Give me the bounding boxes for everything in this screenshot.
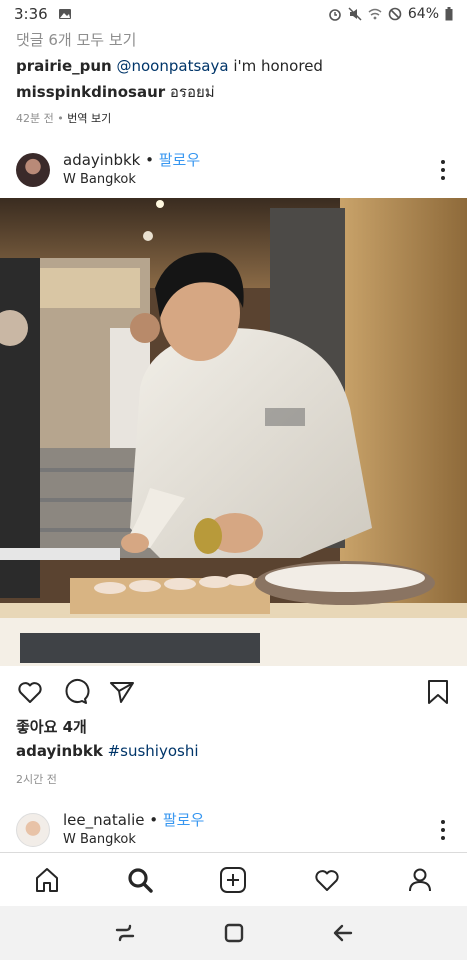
mute-icon <box>348 7 362 21</box>
status-time: 3:36 <box>14 5 48 23</box>
separator: • <box>53 112 68 125</box>
caption-hashtag[interactable]: #sushiyoshi <box>108 742 199 760</box>
more-options-icon[interactable] <box>435 160 451 180</box>
heart-icon <box>315 869 339 891</box>
post-username[interactable]: lee_natalie <box>63 811 144 829</box>
share-icon[interactable] <box>108 678 136 706</box>
comment-username[interactable]: misspinkdinosaur <box>16 83 165 101</box>
comment-username[interactable]: prairie_pun <box>16 57 112 75</box>
more-options-icon[interactable] <box>435 820 451 840</box>
heart-icon[interactable] <box>16 678 44 706</box>
tab-new-post[interactable] <box>217 864 249 896</box>
tab-activity[interactable] <box>311 864 343 896</box>
comment-text: i'm honored <box>228 57 323 75</box>
home-button[interactable] <box>220 919 248 947</box>
android-nav-bar <box>0 906 467 960</box>
do-not-disturb-icon <box>388 7 402 21</box>
post-location[interactable]: W Bangkok <box>63 170 200 190</box>
comment-mention[interactable]: @noonpatsaya <box>117 57 229 75</box>
follow-button[interactable]: 팔로우 <box>163 811 204 829</box>
wifi-icon <box>368 8 382 20</box>
translate-link[interactable]: 번역 보기 <box>67 112 111 125</box>
bookmark-icon[interactable] <box>424 678 452 706</box>
post-photo-image <box>0 198 467 666</box>
home-icon <box>35 867 58 892</box>
post-actions <box>16 676 452 708</box>
profile-icon <box>409 868 432 891</box>
comment-icon[interactable] <box>62 678 90 706</box>
battery-icon <box>445 7 453 21</box>
comment: prairie_pun @noonpatsaya i'm honored <box>16 56 456 76</box>
avatar[interactable] <box>16 153 50 187</box>
post-photo[interactable] <box>0 198 467 666</box>
alarm-icon <box>329 9 341 21</box>
gallery-notification-icon <box>58 9 71 19</box>
back-button[interactable] <box>329 919 357 947</box>
post-time: 2시간 전 <box>16 773 57 786</box>
comment: misspinkdinosaur อรอยม่ <box>16 82 456 102</box>
battery-percent: 64% <box>407 6 439 22</box>
separator: • <box>140 151 159 169</box>
tab-profile[interactable] <box>404 864 436 896</box>
likes-count[interactable]: 좋아요 4개 <box>16 716 87 737</box>
view-all-comments-link[interactable]: 댓글 6개 모두 보기 <box>16 30 456 50</box>
post-caption: adayinbkk #sushiyoshi <box>16 742 199 760</box>
home-square-icon <box>224 923 243 943</box>
tab-search[interactable] <box>124 864 156 896</box>
tab-home[interactable] <box>31 864 63 896</box>
post-username[interactable]: adayinbkk <box>63 151 140 169</box>
comment-meta: 42분 전 • 번역 보기 <box>16 110 456 126</box>
add-post-icon <box>220 866 247 893</box>
previous-post-comments: 댓글 6개 모두 보기 prairie_pun @noonpatsaya i'm… <box>16 30 456 126</box>
comment-text: อรอยม่ <box>165 83 215 101</box>
separator: • <box>144 811 163 829</box>
caption-username[interactable]: adayinbkk <box>16 742 103 760</box>
back-arrow-icon <box>333 924 352 942</box>
post-location[interactable]: W Bangkok <box>63 830 204 850</box>
follow-button[interactable]: 팔로우 <box>159 151 200 169</box>
comment-time: 42분 전 <box>16 112 54 125</box>
recent-apps-icon <box>115 924 134 942</box>
next-post-header: lee_natalie • 팔로우 W Bangkok <box>0 805 467 855</box>
bottom-tab-bar <box>0 852 467 906</box>
status-bar: 3:36 64% <box>0 0 467 28</box>
search-icon <box>128 867 153 893</box>
recent-apps-button[interactable] <box>111 919 139 947</box>
avatar[interactable] <box>16 813 50 847</box>
post-header: adayinbkk • 팔로우 W Bangkok <box>0 145 467 195</box>
